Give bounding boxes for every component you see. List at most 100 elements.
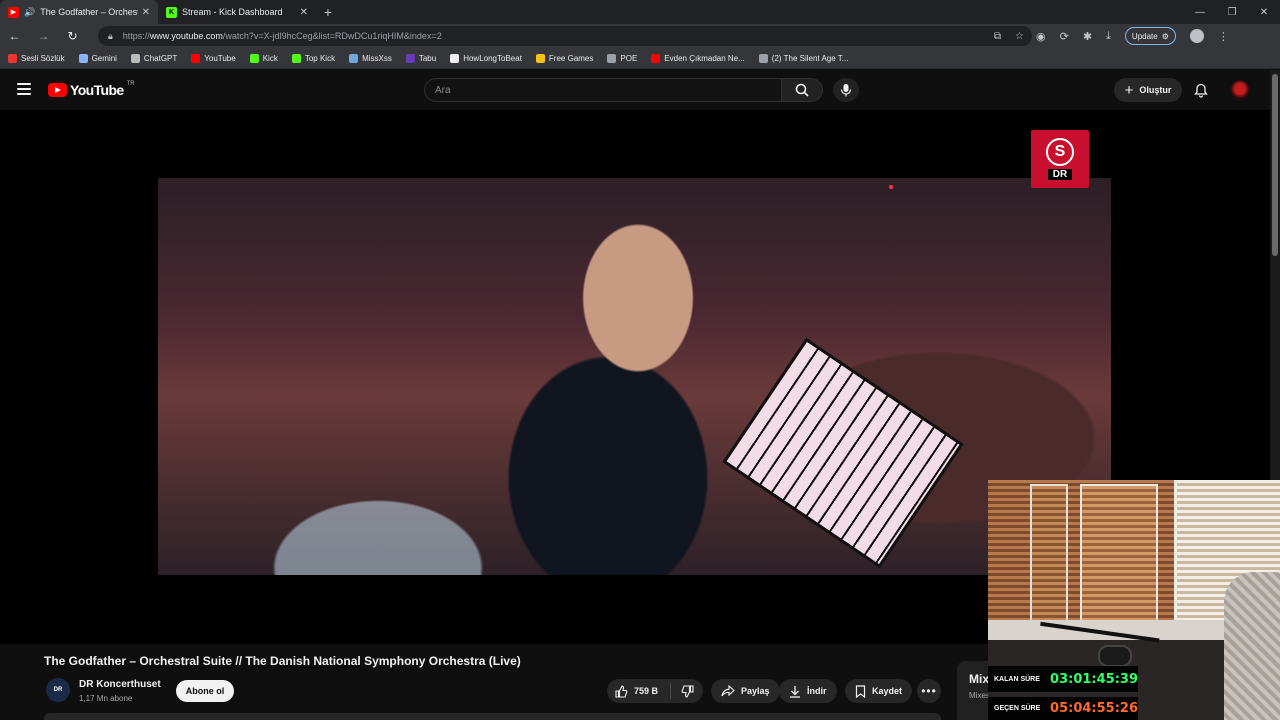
menu-icon[interactable] <box>17 83 31 95</box>
menu-kebab-icon[interactable]: ⋮ <box>1218 30 1229 43</box>
description-box[interactable] <box>44 713 941 720</box>
sync-icon[interactable]: ⟳ <box>1060 30 1069 43</box>
bookmark-icon <box>855 684 866 698</box>
download-icon[interactable]: ⤓ <box>1106 30 1111 43</box>
scrollbar-thumb[interactable] <box>1272 74 1278 256</box>
bookmark-item[interactable]: HowLongToBeat <box>450 53 522 63</box>
incognito-icon[interactable]: ◉ <box>1036 30 1046 43</box>
tab-title: The Godfather – Orchestral Suite <box>40 7 138 17</box>
bookmark-label: Sesli Sözlük <box>21 53 65 63</box>
minimize-icon[interactable]: — <box>1184 0 1216 24</box>
melodica-keyboard <box>722 337 964 569</box>
download-label: İndir <box>807 686 827 696</box>
browser-toolbar: ← → ↻ 🔒︎ https://www.youtube.com/watch?v… <box>0 24 1280 48</box>
bookmark-label: Evden Çıkmadan Ne... <box>664 53 745 63</box>
bookmark-item[interactable]: Gemini <box>78 53 117 63</box>
share-icon <box>721 685 735 697</box>
back-icon[interactable]: ← <box>0 29 29 43</box>
account-avatar[interactable] <box>1230 80 1250 100</box>
profile-avatar[interactable] <box>1189 29 1204 43</box>
close-window-icon[interactable]: ✕ <box>1248 0 1280 24</box>
folder-icon <box>607 53 617 63</box>
bookmark-item[interactable]: Kick <box>249 53 278 63</box>
toolbar-actions: ◉ ⟳ ✱ ⤓ Update ⚙ ⋮ <box>1036 24 1229 48</box>
reload-icon[interactable]: ↻ <box>58 29 87 43</box>
logo-text: YouTube <box>70 82 124 98</box>
update-button[interactable]: Update ⚙ <box>1124 27 1176 45</box>
bookmark-star-icon[interactable]: ☆ <box>1015 31 1024 42</box>
youtube-icon <box>651 53 661 63</box>
remaining-time-value: 03:01:45:39 <box>1050 671 1138 687</box>
chair <box>1224 572 1280 720</box>
bookmarks-bar: Sesli Sözlük Gemini ChatGPT YouTube Kick Top … <box>0 48 1280 69</box>
new-tab-button[interactable]: + <box>316 0 340 24</box>
bookmark-label: Top Kick <box>304 53 336 63</box>
window-blinds-left <box>1030 484 1068 634</box>
subscribe-button[interactable]: Abone ol <box>176 680 234 702</box>
extensions-icon[interactable]: ✱ <box>1083 30 1092 43</box>
microphone-icon <box>840 84 852 97</box>
install-app-icon[interactable]: ⧉ <box>994 31 1001 42</box>
tab-youtube[interactable]: ▶ 🔊 The Godfather – Orchestral Suite ✕ <box>0 0 158 24</box>
mix-subtitle: Mixes <box>969 691 990 700</box>
tabu-icon <box>405 53 415 63</box>
bookmark-item[interactable]: MissXss <box>349 53 392 63</box>
bookmark-item[interactable]: YouTube <box>191 53 236 63</box>
youtube-icon: ▶ <box>8 6 19 18</box>
like-button[interactable]: 759 B <box>607 683 671 699</box>
update-icon: ⚙ <box>1161 31 1169 41</box>
more-actions-button[interactable]: ••• <box>917 679 941 703</box>
bookmark-item[interactable]: (2) The Silent Age T... <box>758 53 848 63</box>
window-blinds-center <box>1080 484 1158 634</box>
share-label: Paylaş <box>741 686 770 696</box>
bookmark-item[interactable]: POE <box>607 53 637 63</box>
url-host: www.youtube.com <box>149 31 223 41</box>
free-games-icon <box>535 53 545 63</box>
remaining-time-timer: KALAN SÜRE 03:01:45:39 <box>988 666 1138 692</box>
search-input[interactable]: Ara <box>424 78 782 102</box>
remaining-time-label: KALAN SÜRE <box>994 675 1040 683</box>
bookmark-label: Gemini <box>91 53 117 63</box>
restore-icon[interactable]: ❐ <box>1216 0 1248 24</box>
youtube-logo[interactable]: YouTube TR <box>48 81 135 98</box>
bookmark-item[interactable]: Top Kick <box>291 53 336 63</box>
search-button[interactable] <box>781 78 823 102</box>
close-icon[interactable]: ✕ <box>142 7 150 18</box>
channel-subscribers: 1,17 Mn abone <box>79 694 133 703</box>
microphone <box>1098 645 1132 667</box>
bookmark-item[interactable]: Free Games <box>535 53 593 63</box>
bookmark-item[interactable]: Evden Çıkmadan Ne... <box>651 53 745 63</box>
more-horizontal-icon: ••• <box>921 684 937 698</box>
notifications-bell-icon[interactable] <box>1191 80 1211 100</box>
share-button[interactable]: Paylaş <box>711 679 780 703</box>
voice-search-button[interactable] <box>833 78 859 102</box>
elapsed-time-label: GEÇEN SÜRE <box>994 705 1041 712</box>
save-button[interactable]: Kaydet <box>845 679 913 703</box>
hltb-icon <box>450 53 460 63</box>
window-controls: — ❐ ✕ <box>1184 0 1280 24</box>
create-button[interactable]: + Oluştur <box>1114 78 1182 102</box>
plus-icon: + <box>1124 81 1134 99</box>
bookmark-item[interactable]: Sesli Sözlük <box>8 53 65 63</box>
bookmark-label: Kick <box>262 53 278 63</box>
channel-avatar[interactable]: DR <box>46 678 70 702</box>
bookmark-item[interactable]: Tabu <box>405 53 436 63</box>
close-icon[interactable]: ✕ <box>300 7 308 18</box>
dislike-button[interactable] <box>671 684 703 698</box>
channel-name[interactable]: DR Koncerthuset <box>79 679 161 690</box>
kick-icon: K <box>166 6 177 18</box>
speaker-icon[interactable]: 🔊 <box>24 7 35 18</box>
globe-icon <box>758 53 768 63</box>
video-frame[interactable] <box>158 178 1111 575</box>
download-button[interactable]: İndir <box>779 679 837 703</box>
site-info-icon[interactable]: 🔒︎ <box>108 31 113 42</box>
missxss-icon <box>349 53 359 63</box>
save-label: Kaydet <box>872 686 903 696</box>
kick-icon <box>249 53 259 63</box>
create-label: Oluştur <box>1139 85 1172 95</box>
bookmark-item[interactable]: ChatGPT <box>130 53 177 63</box>
forward-icon[interactable]: → <box>29 29 58 43</box>
download-icon <box>790 685 800 698</box>
tab-kick-dashboard[interactable]: K Stream - Kick Dashboard ✕ <box>158 0 316 24</box>
address-bar[interactable]: 🔒︎ https://www.youtube.com/watch?v=X-jdl… <box>98 26 1032 46</box>
